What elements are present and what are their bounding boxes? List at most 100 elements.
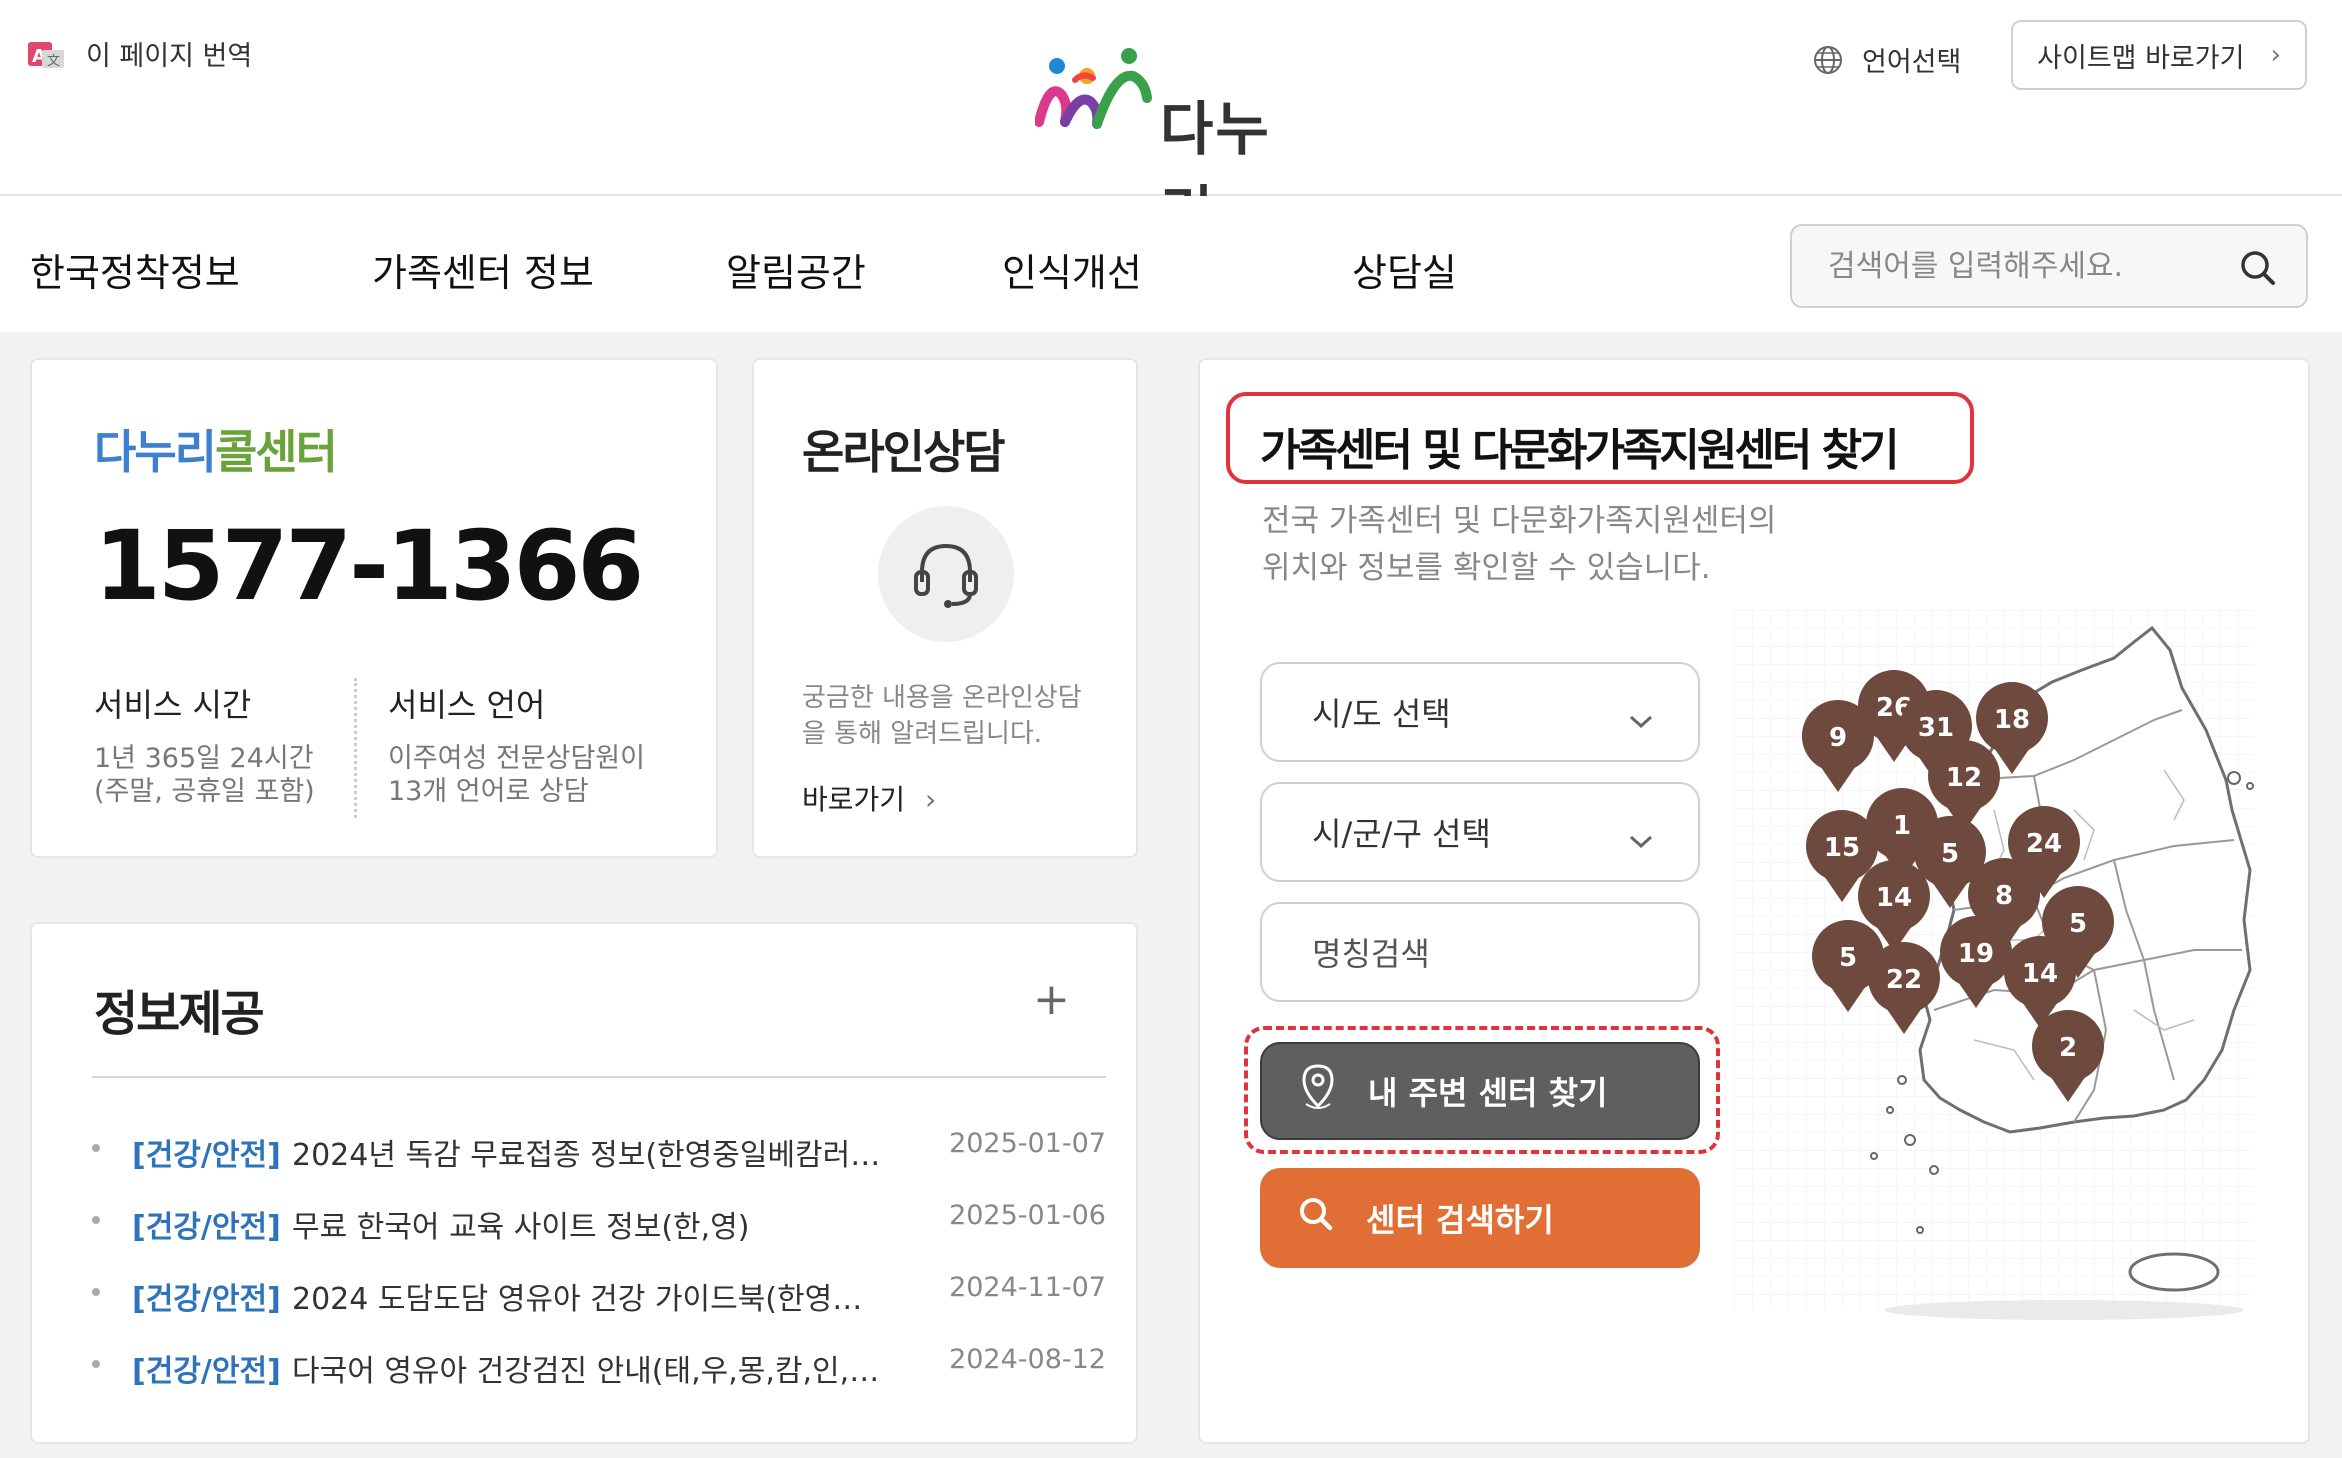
service-language-line: 13개 언어로 상담	[388, 776, 589, 807]
translate-page-button[interactable]: A 文 이 페이지 번역	[28, 34, 252, 73]
chevron-right-icon: ›	[925, 783, 937, 816]
svg-text:文: 文	[47, 54, 60, 69]
nav-item-family-center-info[interactable]: 가족센터 정보	[372, 242, 594, 297]
info-category: [건강/안전]	[132, 1282, 281, 1317]
call-center-brand: 다누리	[94, 425, 217, 479]
info-title: 정보제공	[94, 986, 265, 1042]
info-date: 2025-01-07	[949, 1128, 1106, 1159]
sigungu-select[interactable]: 시/군/구 선택	[1260, 782, 1700, 882]
online-desc-line: 을 통해 알려드립니다.	[802, 719, 1043, 749]
divider	[92, 1076, 1106, 1078]
chevron-right-icon: ›	[2270, 40, 2281, 70]
svg-text:22: 22	[1886, 965, 1922, 995]
info-list-item[interactable]: [건강/안전] 2024 도담도담 영유아 건강 가이드북(한영… 2024-1…	[92, 1268, 1106, 1318]
svg-text:31: 31	[1918, 713, 1954, 743]
info-list-item[interactable]: [건강/안전] 무료 한국어 교육 사이트 정보(한,영) 2025-01-06	[92, 1196, 1106, 1246]
korea-map[interactable]: 9 26 31 18 12 1 15 5 24 14 8 5 19 14 5 2…	[1734, 610, 2274, 1330]
translate-label: 이 페이지 번역	[86, 41, 253, 72]
sigungu-select-value: 시/군/구 선택	[1312, 815, 1491, 853]
svg-text:5: 5	[2069, 909, 2087, 939]
language-select[interactable]: 언어선택	[1812, 40, 1961, 79]
info-category: [건강/안전]	[132, 1138, 281, 1173]
svg-text:5: 5	[1941, 839, 1959, 869]
chevron-down-icon	[1628, 820, 1654, 858]
info-list-item[interactable]: [건강/안전] 다국어 영유아 건강검진 안내(태,우,몽,캄,인,… 2024…	[92, 1340, 1106, 1390]
nav-item-counseling[interactable]: 상담실	[1352, 242, 1457, 297]
online-desc-line: 궁금한 내용을 온라인상담	[802, 683, 1082, 713]
svg-text:18: 18	[1994, 705, 2030, 735]
bullet-icon	[92, 1360, 100, 1368]
divider	[354, 678, 357, 818]
info-date: 2025-01-06	[949, 1200, 1106, 1231]
center-finder-card: 가족센터 및 다문화가족지원센터 찾기 전국 가족센터 및 다문화가족지원센터의…	[1198, 358, 2310, 1444]
service-language-text: 이주여성 전문상담원이 13개 언어로 상담	[388, 742, 645, 808]
info-text: 무료 한국어 교육 사이트 정보(한,영)	[292, 1210, 750, 1245]
name-search-input[interactable]: 명칭검색	[1260, 902, 1700, 1002]
info-date: 2024-08-12	[949, 1344, 1106, 1375]
search-icon[interactable]	[2238, 248, 2278, 292]
search-icon	[1296, 1194, 1336, 1242]
center-search-button[interactable]: 센터 검색하기	[1260, 1168, 1700, 1268]
svg-text:5: 5	[1839, 943, 1857, 973]
nav-item-awareness[interactable]: 인식개선	[1002, 242, 1142, 297]
nav-item-settlement-info[interactable]: 한국정착정보	[30, 242, 240, 297]
globe-icon	[1814, 45, 1842, 74]
call-center-phone[interactable]: 1577-1366	[94, 510, 644, 622]
svg-text:2: 2	[2059, 1033, 2077, 1063]
info-text: 2024 도담도담 영유아 건강 가이드북(한영…	[292, 1282, 863, 1317]
nearby-button-label: 내 주변 센터 찾기	[1368, 1074, 1608, 1112]
svg-text:15: 15	[1824, 833, 1860, 863]
nav-item-notices[interactable]: 알림공간	[726, 242, 866, 297]
info-card: 정보제공 + [건강/안전] 2024년 독감 무료접종 정보(한영중일베캄러……	[30, 922, 1138, 1444]
finder-desc-line: 전국 가족센터 및 다문화가족지원센터의	[1262, 503, 1777, 539]
call-center-card: 다누리콜센터 1577-1366 서비스 시간 1년 365일 24시간 (주말…	[30, 358, 718, 858]
center-search-label: 센터 검색하기	[1366, 1201, 1554, 1239]
center-finder-title: 가족센터 및 다문화가족지원센터 찾기	[1260, 425, 1900, 476]
language-label: 언어선택	[1862, 47, 1962, 78]
svg-text:8: 8	[1995, 881, 2013, 911]
online-link-label: 바로가기	[802, 783, 906, 816]
info-category: [건강/안전]	[132, 1210, 281, 1245]
online-counseling-link[interactable]: 바로가기 ›	[802, 778, 936, 818]
info-category: [건강/안전]	[132, 1354, 281, 1389]
bullet-icon	[92, 1216, 100, 1224]
top-header: A 文 이 페이지 번역 다누리 언어선택 사이트맵 바로가	[0, 0, 2342, 247]
nearby-center-button[interactable]: 내 주변 센터 찾기	[1260, 1042, 1700, 1140]
svg-text:9: 9	[1829, 723, 1847, 753]
info-date: 2024-11-07	[949, 1272, 1106, 1303]
svg-text:24: 24	[2026, 829, 2062, 859]
translate-icon: A 文	[28, 40, 64, 69]
service-language-line: 이주여성 전문상담원이	[388, 743, 645, 774]
svg-text:12: 12	[1946, 763, 1982, 793]
chevron-down-icon	[1628, 700, 1654, 738]
finder-desc-line: 위치와 정보를 확인할 수 있습니다.	[1262, 550, 1711, 586]
call-center-label: 콜센터	[214, 425, 338, 479]
search-input[interactable]	[1792, 247, 2230, 285]
danuri-logo[interactable]: 다누리	[1034, 42, 1315, 247]
sitemap-label: 사이트맵 바로가기	[2037, 42, 2245, 74]
location-pin-icon	[1298, 1062, 1338, 1120]
more-plus-icon[interactable]: +	[1033, 974, 1070, 1025]
map-jeju	[2128, 1252, 2220, 1292]
service-time-line: 1년 365일 24시간	[94, 743, 314, 774]
service-time-text: 1년 365일 24시간 (주말, 공휴일 포함)	[94, 742, 315, 808]
sitemap-button[interactable]: 사이트맵 바로가기 ›	[2011, 20, 2307, 90]
logo-people-icon	[1034, 48, 1152, 129]
info-text: 2024년 독감 무료접종 정보(한영중일베캄러…	[292, 1138, 881, 1173]
online-counseling-title: 온라인상담	[802, 425, 1006, 479]
service-time-line: (주말, 공휴일 포함)	[94, 776, 315, 807]
info-text: 다국어 영유아 건강검진 안내(태,우,몽,캄,인,…	[292, 1354, 880, 1389]
call-center-title: 다누리콜센터	[94, 416, 338, 482]
svg-text:14: 14	[1876, 883, 1912, 913]
site-search	[1790, 224, 2308, 308]
sido-select[interactable]: 시/도 선택	[1260, 662, 1700, 762]
main-nav: 한국정착정보 가족센터 정보 알림공간 인식개선 상담실	[0, 196, 2342, 332]
service-language-title: 서비스 언어	[388, 686, 546, 724]
sido-select-value: 시/도 선택	[1312, 695, 1451, 733]
online-counseling-card[interactable]: 온라인상담 궁금한 내용을 온라인상담 을 통해 알려드립니다. 바로가기 ›	[752, 358, 1138, 858]
svg-text:19: 19	[1958, 939, 1994, 969]
name-search-placeholder: 명칭검색	[1312, 935, 1430, 973]
bullet-icon	[92, 1288, 100, 1296]
center-finder-desc: 전국 가족센터 및 다문화가족지원센터의 위치와 정보를 확인할 수 있습니다.	[1262, 498, 1776, 592]
info-list-item[interactable]: [건강/안전] 2024년 독감 무료접종 정보(한영중일베캄러… 2025-0…	[92, 1124, 1106, 1174]
